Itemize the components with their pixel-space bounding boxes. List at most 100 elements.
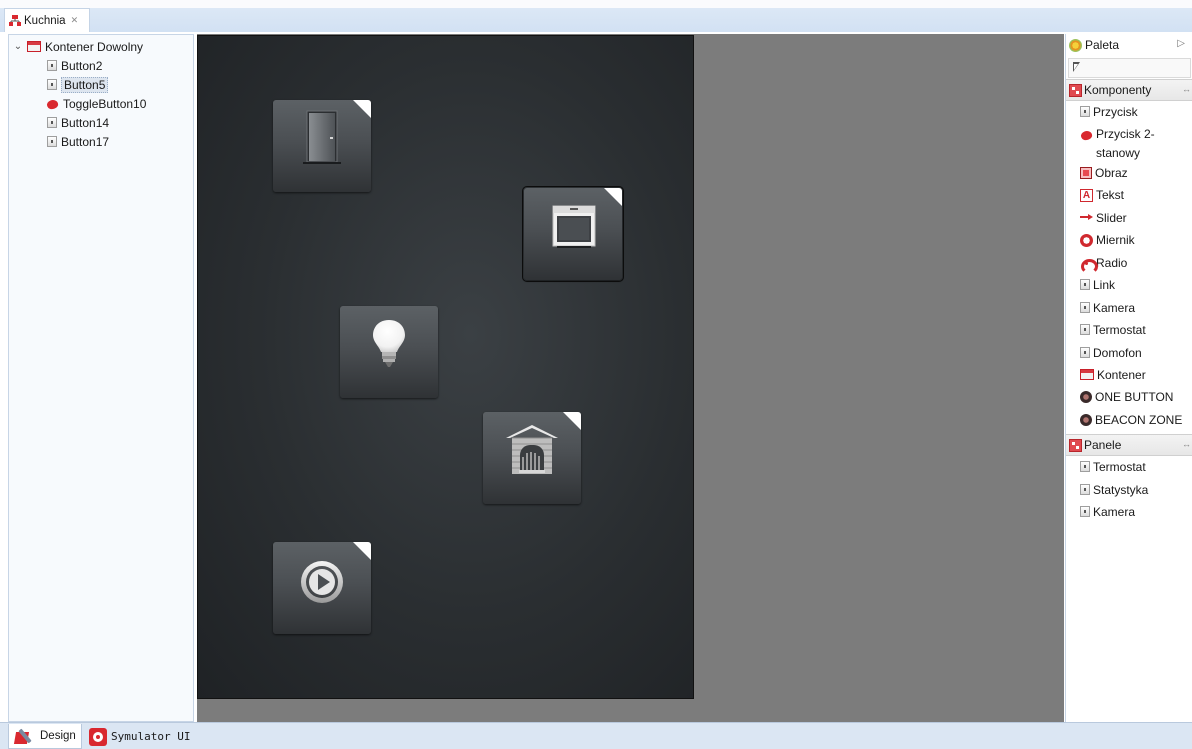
editor-tab-label: Kuchnia	[24, 14, 66, 27]
palette-item-kamera[interactable]: Kamera	[1080, 299, 1192, 318]
palette-item-label: Statystyka	[1093, 483, 1149, 497]
design-icon	[14, 726, 36, 746]
widget-corner-marker	[563, 412, 581, 430]
tree-item-button5[interactable]: Button5	[47, 75, 109, 94]
palette-item-label: Tekst	[1096, 188, 1125, 202]
palette-item-label: Termostat	[1093, 460, 1146, 474]
container-icon	[27, 41, 41, 52]
widget-corner-marker	[353, 542, 371, 560]
design-surface[interactable]	[197, 35, 694, 699]
button-icon	[1080, 279, 1090, 290]
tree-item-label: Button2	[61, 58, 103, 73]
palette-item-beacon-zone[interactable]: BEACON ZONE	[1080, 411, 1192, 430]
palette-item-przycisk-2-stanowy[interactable]: Przycisk 2- stanowy	[1080, 125, 1192, 163]
tree-item-label: Button14	[61, 115, 110, 130]
radio-icon	[1080, 257, 1098, 274]
button-icon	[1080, 347, 1090, 358]
palette-item-miernik[interactable]: Miernik	[1080, 231, 1192, 250]
image-icon	[1080, 167, 1092, 179]
drawer-label: Komponenty	[1084, 83, 1152, 97]
button-icon	[1080, 324, 1090, 335]
palette-header: Paleta ▷	[1066, 34, 1192, 56]
button-icon	[1080, 484, 1090, 495]
palette-item-termostat[interactable]: Termostat	[1080, 321, 1192, 340]
toggle-button-icon	[46, 97, 59, 110]
editor-tab-kuchnia[interactable]: Kuchnia ✕	[4, 8, 90, 32]
drawer-toggle-icon[interactable]: ↔	[1182, 439, 1191, 449]
close-icon[interactable]: ✕	[71, 15, 79, 26]
palette-item-domofon[interactable]: Domofon	[1080, 344, 1192, 363]
palette-item-slider[interactable]: Slider	[1080, 209, 1192, 228]
palette-item-radio[interactable]: Radio	[1080, 254, 1192, 274]
tab-strip-background	[0, 8, 1192, 32]
tab-design[interactable]: Design	[8, 724, 82, 749]
palette-item-label: Domofon	[1093, 346, 1142, 360]
outline-tree: ⌄ Kontener Dowolny Button2 Button5 Toggl…	[8, 34, 194, 722]
fireplace-button[interactable]	[483, 412, 581, 504]
palette-item-label: Przycisk	[1093, 105, 1138, 119]
bottom-tab-bar: Design Symulator UI	[0, 722, 1192, 749]
light-bulb-icon	[373, 320, 405, 367]
text-icon: A	[1080, 189, 1093, 202]
palette-item-label: BEACON ZONE	[1095, 413, 1183, 427]
palette-item-panel-kamera[interactable]: Kamera	[1080, 503, 1192, 522]
palette-item-link[interactable]: Link	[1080, 276, 1192, 295]
palette-title: Paleta	[1085, 38, 1120, 52]
tree-item-button17[interactable]: Button17	[47, 132, 109, 151]
tab-design-label: Design	[40, 730, 76, 742]
tab-symulator-ui[interactable]: Symulator UI	[84, 724, 195, 749]
palette-item-przycisk[interactable]: Przycisk	[1080, 103, 1192, 122]
door-button[interactable]	[273, 100, 371, 192]
light-button[interactable]	[340, 306, 438, 398]
tree-root-kontener-dowolny[interactable]: ⌄ Kontener Dowolny	[13, 37, 143, 56]
tree-item-label: Button17	[61, 134, 110, 149]
slider-icon	[1080, 212, 1093, 222]
palette-item-tekst[interactable]: A Tekst	[1080, 186, 1192, 205]
gauge-icon	[1080, 234, 1093, 247]
button-icon	[1080, 461, 1090, 472]
palette-item-panel-statystyka[interactable]: Statystyka	[1080, 481, 1192, 500]
palette-panel: Paleta ▷ Komponenty ↔ Przycisk Przycisk …	[1065, 34, 1192, 722]
palette-item-one-button[interactable]: ONE BUTTON	[1080, 388, 1192, 407]
chevron-down-icon[interactable]: ⌄	[13, 41, 23, 52]
diagram-icon	[9, 14, 21, 26]
palette-item-panel-termostat[interactable]: Termostat	[1080, 458, 1192, 477]
button-icon	[47, 79, 57, 90]
tree-item-button2[interactable]: Button2	[47, 56, 102, 75]
palette-item-label: Termostat	[1093, 323, 1146, 337]
play-button[interactable]	[273, 542, 371, 634]
tree-item-button14[interactable]: Button14	[47, 113, 109, 132]
tree-item-label: ToggleButton10	[63, 96, 147, 111]
select-tool[interactable]	[1068, 58, 1191, 78]
button-icon	[1080, 302, 1090, 313]
dot-icon	[1080, 391, 1092, 403]
tree-root-label: Kontener Dowolny	[45, 39, 144, 54]
editor-tab-strip: Kuchnia ✕	[0, 0, 1192, 32]
toggle-button-icon	[1080, 128, 1093, 141]
button-icon	[1080, 506, 1090, 517]
dot-icon	[1080, 414, 1092, 426]
button-icon	[47, 136, 57, 147]
palette-item-label: Kontener	[1097, 368, 1146, 382]
simulator-icon	[89, 727, 107, 746]
category-icon	[1069, 83, 1082, 97]
button-icon	[47, 60, 57, 71]
drawer-toggle-icon[interactable]: ↔	[1182, 84, 1191, 94]
tree-item-togglebutton10[interactable]: ToggleButton10	[46, 94, 146, 113]
oven-button[interactable]	[522, 186, 624, 282]
category-icon	[1069, 438, 1082, 452]
drawer-panele[interactable]: Panele ↔	[1066, 434, 1192, 456]
button-icon	[1080, 106, 1090, 117]
palette-icon	[1069, 38, 1082, 52]
tree-item-label: Button5	[61, 76, 109, 93]
palette-item-obraz[interactable]: Obraz	[1080, 164, 1192, 183]
palette-item-kontener[interactable]: Kontener	[1080, 366, 1192, 385]
palette-item-label: Radio	[1096, 256, 1128, 270]
collapse-palette-icon[interactable]: ▷	[1177, 38, 1185, 49]
palette-item-label: Link	[1093, 278, 1116, 292]
drawer-label: Panele	[1084, 438, 1122, 452]
container-icon	[1080, 369, 1094, 380]
palette-item-label: ONE BUTTON	[1095, 390, 1174, 404]
palette-item-label: Obraz	[1095, 166, 1128, 180]
drawer-komponenty[interactable]: Komponenty ↔	[1066, 79, 1192, 101]
